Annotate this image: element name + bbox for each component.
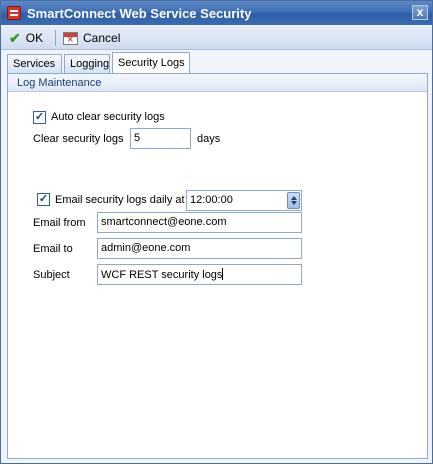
cancel-button-label: Cancel [83,31,121,45]
subject-value: WCF REST security logs [101,269,223,281]
tab-logging[interactable]: Logging [64,54,110,73]
email-to-label: Email to [33,243,73,255]
ok-button[interactable]: ✔ OK [9,29,43,47]
clear-logs-label: Clear security logs [33,133,124,145]
window-title: SmartConnect Web Service Security [27,6,252,21]
email-daily-checkbox[interactable]: ✓ [37,193,50,206]
log-maintenance-header: Log Maintenance [8,74,427,92]
tab-services[interactable]: Services [7,54,62,73]
cancel-button[interactable]: Cancel [63,29,120,47]
clear-logs-days-input[interactable]: 5 [130,128,191,149]
subject-label: Subject [33,269,70,281]
toolbar-separator [55,30,56,46]
text-caret [222,268,224,280]
security-logs-panel: Log Maintenance ✓ Auto clear security lo… [7,73,428,459]
app-icon [7,6,21,20]
auto-clear-label: Auto clear security logs [51,111,165,123]
email-time-input[interactable]: 12:00:00 [186,190,302,211]
auto-clear-checkbox[interactable]: ✓ [33,111,46,124]
cancel-calendar-icon [63,31,78,45]
title-bar[interactable]: SmartConnect Web Service Security x [1,1,432,25]
toolbar: ✔ OK Cancel [1,26,432,50]
ok-button-label: OK [25,31,44,45]
close-button[interactable]: x [412,5,428,20]
email-to-field[interactable]: admin@eone.com [97,238,302,259]
tab-security-logs[interactable]: Security Logs [112,52,190,73]
checkmark-icon: ✔ [9,29,21,46]
dialog-window: SmartConnect Web Service Security x ✔ OK… [0,0,433,464]
days-unit-label: days [197,133,221,145]
email-time-value: 12:00:00 [190,194,233,206]
email-from-label: Email from [33,217,86,229]
time-spinner[interactable] [287,192,300,209]
email-from-field[interactable]: smartconnect@eone.com [97,212,302,233]
subject-field[interactable]: WCF REST security logs [97,264,302,285]
email-daily-label: Email security logs daily at [55,194,185,206]
